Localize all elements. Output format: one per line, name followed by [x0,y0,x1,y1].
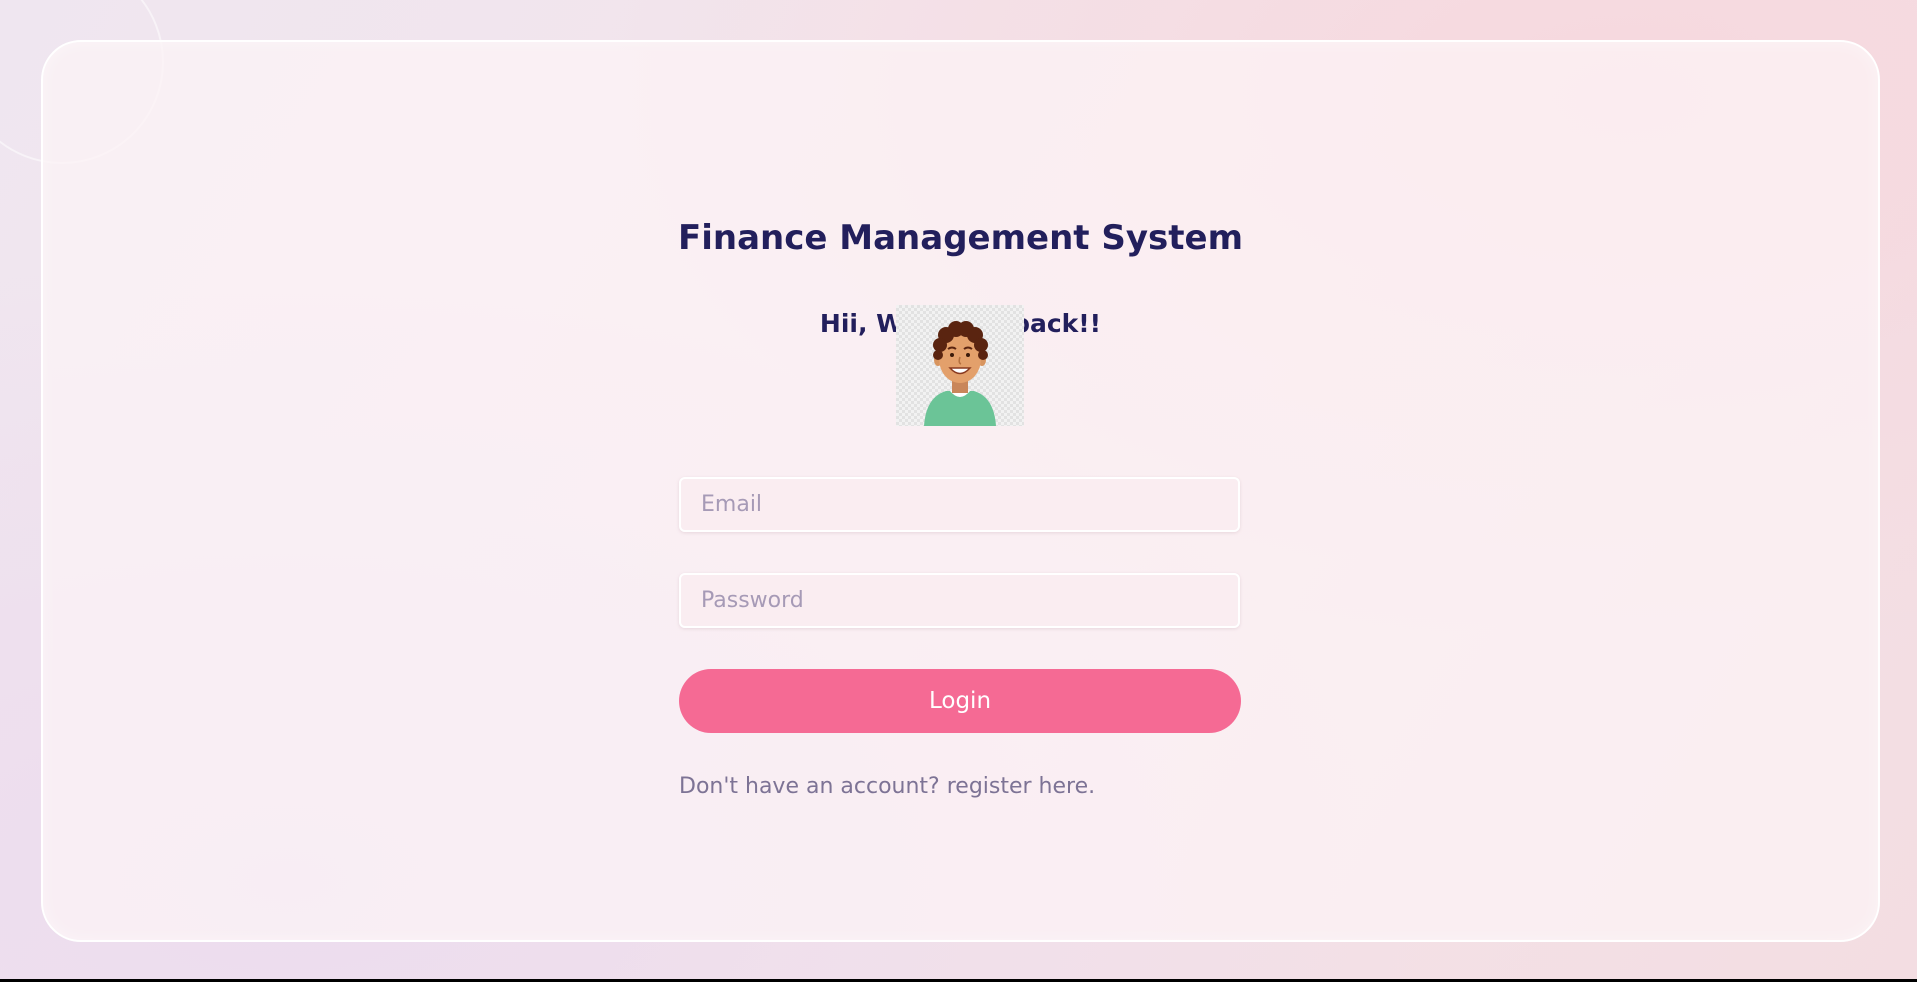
user-avatar-icon [924,321,996,426]
password-field[interactable] [679,573,1240,628]
page-title: Finance Management System [677,218,1244,258]
avatar [896,305,1024,426]
email-field[interactable] [679,477,1240,532]
login-button[interactable]: Login [679,669,1241,733]
register-link[interactable]: Don't have an account? register here. [679,774,1095,799]
